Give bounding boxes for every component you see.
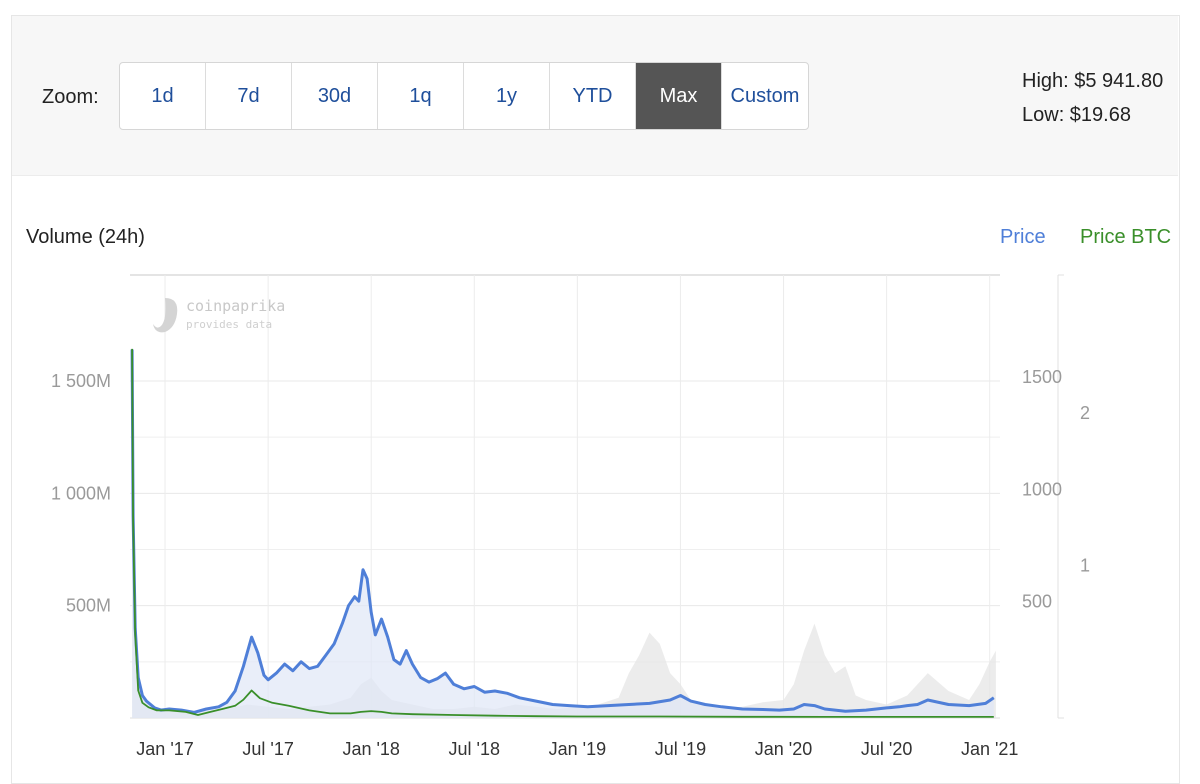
price-tick-label: 1000 [1022, 479, 1062, 499]
price-tick-label: 1500 [1022, 367, 1062, 387]
x-tick-label: Jul '20 [861, 739, 912, 759]
x-tick-label: Jan '20 [755, 739, 812, 759]
btc-tick-label: 2 [1080, 403, 1090, 423]
x-tick-label: Jul '18 [449, 739, 500, 759]
btc-tick-label: 1 [1080, 556, 1090, 576]
volume-tick-label: 1 000M [51, 483, 111, 503]
x-tick-label: Jan '21 [961, 739, 1018, 759]
x-tick-label: Jan '18 [342, 739, 399, 759]
price-line [130, 349, 995, 714]
x-tick-label: Jan '17 [136, 739, 193, 759]
watermark-tagline: provides data [186, 318, 272, 331]
price-chart[interactable]: coinpaprika provides data 1 500M 1 000M 50… [0, 0, 1200, 782]
x-tick-label: Jan '19 [549, 739, 606, 759]
x-tick-label: Jul '19 [655, 739, 706, 759]
volume-tick-label: 500M [66, 596, 111, 616]
watermark-brand: coinpaprika [186, 297, 285, 315]
volume-tick-label: 1 500M [51, 371, 111, 391]
x-tick-label: Jul '17 [242, 739, 293, 759]
price-tick-label: 500 [1022, 592, 1052, 612]
